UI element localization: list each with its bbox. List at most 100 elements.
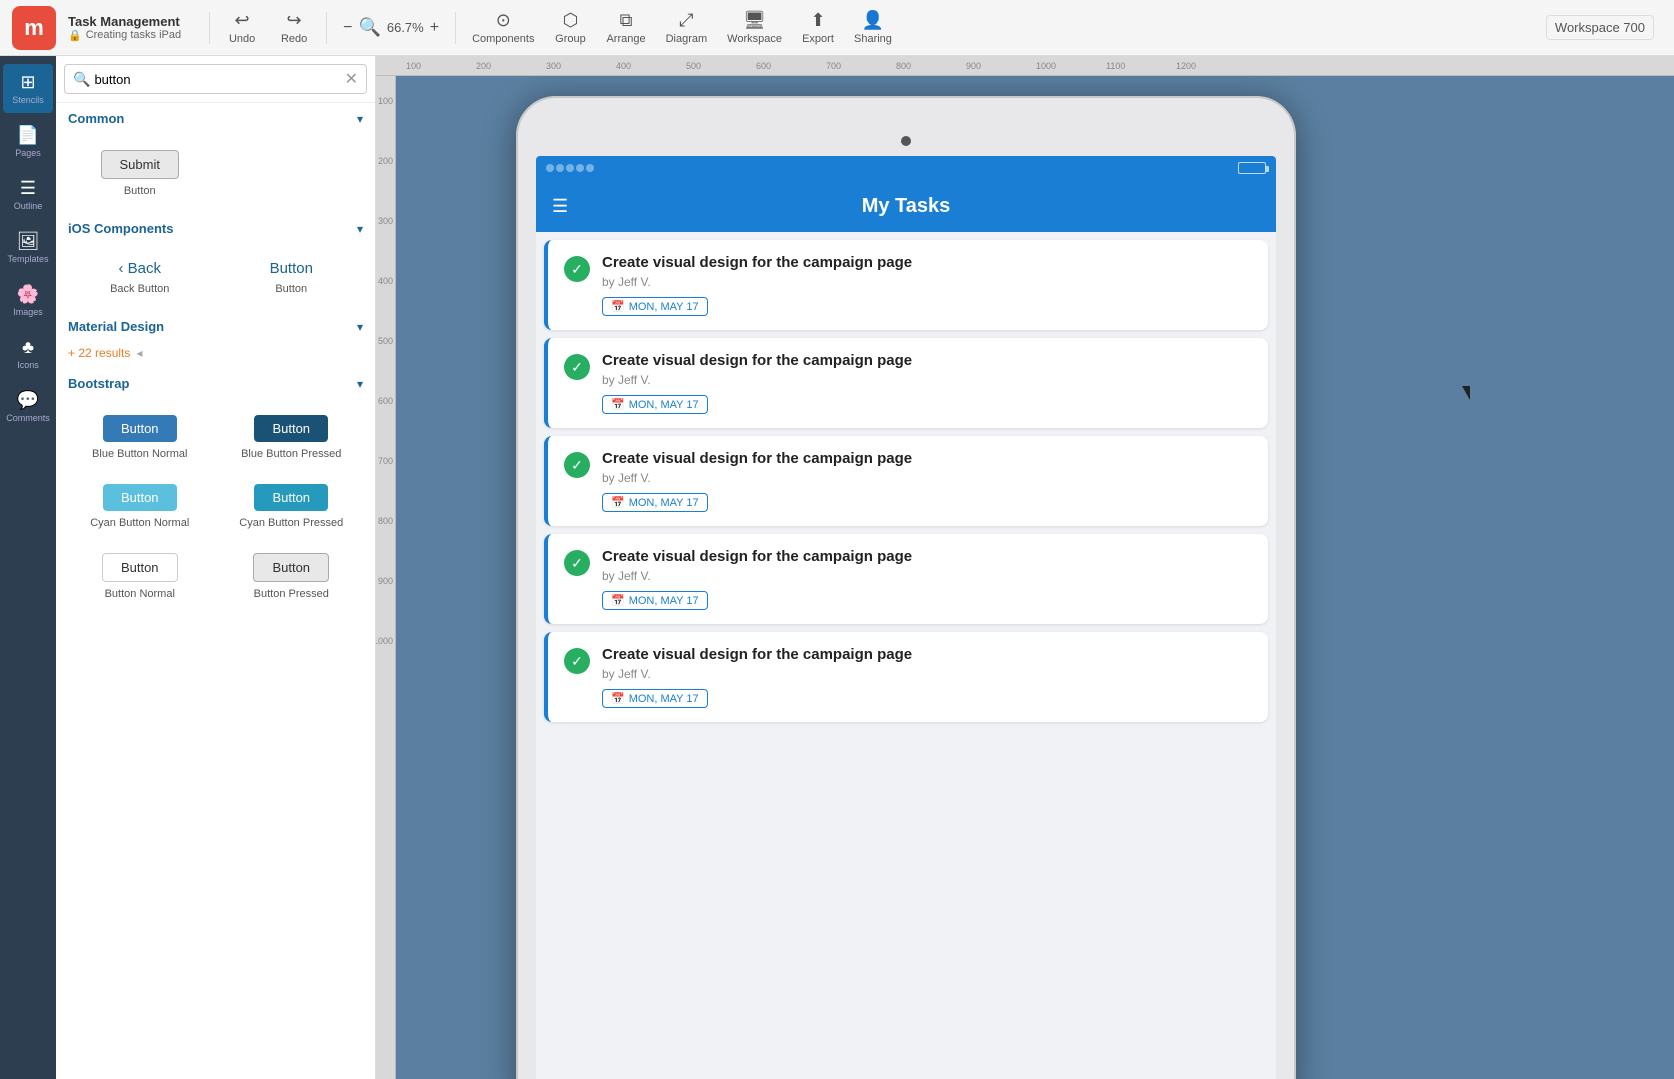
- cyan-pressed-stencil-label: Cyan Button Pressed: [239, 517, 343, 529]
- sidebar-item-pages[interactable]: 📄 Pages: [3, 117, 53, 166]
- images-icon: 🌸: [17, 284, 39, 305]
- zoom-plus-button[interactable]: +: [430, 19, 439, 37]
- stencils-icon: ⊞: [20, 72, 35, 93]
- project-subtitle: 🔒 Creating tasks iPad: [68, 29, 181, 42]
- export-label: Export: [802, 33, 834, 45]
- workspace-button[interactable]: 🖥 Workspace: [719, 6, 790, 49]
- ios-status-bar: [536, 156, 1276, 180]
- zoom-control: − 🔍 66.7% +: [335, 13, 447, 42]
- group-button[interactable]: ⬡ Group: [546, 6, 594, 49]
- btn-pressed-stencil-item[interactable]: Button Button Pressed: [220, 545, 364, 608]
- diagram-label: Diagram: [666, 33, 708, 45]
- blue-button-normal-stencil: Button: [103, 415, 177, 442]
- ruler-vertical: 100 200 300 400 500 600 700 800 900 1000: [376, 76, 396, 1079]
- outline-label: Outline: [14, 201, 43, 211]
- task-content: Create visual design for the campaign pa…: [602, 646, 1252, 708]
- back-button-stencil-item[interactable]: ‹ Back Back Button: [68, 252, 212, 303]
- section-header-bootstrap[interactable]: Bootstrap ▾: [56, 368, 375, 399]
- cyan-button-pressed-stencil: Button: [254, 484, 328, 511]
- search-input[interactable]: [94, 72, 344, 87]
- task-title: Create visual design for the campaign pa…: [602, 646, 1252, 663]
- sidebar-item-stencils[interactable]: ⊞ Stencils: [3, 64, 53, 113]
- pages-icon: 📄: [17, 125, 39, 146]
- task-author: by Jeff V.: [602, 373, 1252, 387]
- bootstrap-stencils-grid: Button Blue Button Normal Button Blue Bu…: [56, 399, 375, 616]
- ios-button-stencil-item[interactable]: Button Button: [220, 252, 364, 303]
- calendar-icon: 📅: [611, 692, 625, 705]
- icons-label: Icons: [17, 360, 39, 370]
- section-header-material[interactable]: Material Design ▾: [56, 311, 375, 342]
- task-title: Create visual design for the campaign pa…: [602, 352, 1252, 369]
- left-nav: ⊞ Stencils 📄 Pages ☰ Outline 🖼 Templates…: [0, 56, 56, 1079]
- cursor-arrow: [1462, 386, 1470, 400]
- section-header-ios[interactable]: iOS Components ▾: [56, 213, 375, 244]
- ipad-screen: ☰ My Tasks ✓ Create visual design for th…: [536, 156, 1276, 1079]
- more-results-arrow: ◂: [136, 346, 142, 360]
- back-button-stencil: ‹ Back: [118, 260, 161, 277]
- ios-stencils-grid: ‹ Back Back Button Button Button: [56, 244, 375, 311]
- zoom-icon: 🔍: [358, 17, 380, 38]
- section-header-common[interactable]: Common ▾: [56, 103, 375, 134]
- pages-label: Pages: [15, 148, 41, 158]
- material-section-arrow: ▾: [357, 320, 363, 334]
- task-check-icon: ✓: [564, 256, 590, 282]
- workspace-icon: 🖥: [743, 10, 766, 31]
- diagram-icon: ⤢: [679, 10, 693, 31]
- main-area: ⊞ Stencils 📄 Pages ☰ Outline 🖼 Templates…: [0, 56, 1674, 1079]
- signal-dot-5: [586, 164, 594, 172]
- undo-icon: ↩: [235, 10, 250, 31]
- components-button[interactable]: ⊙ Components: [464, 6, 542, 49]
- cyan-pressed-stencil-item[interactable]: Button Cyan Button Pressed: [220, 476, 364, 537]
- sharing-label: Sharing: [854, 33, 892, 45]
- search-input-wrap[interactable]: 🔍 ✕: [64, 64, 367, 94]
- blue-button-pressed-stencil: Button: [254, 415, 328, 442]
- task-author: by Jeff V.: [602, 471, 1252, 485]
- stencils-panel: 🔍 ✕ Common ▾ Submit Button iOS Component…: [56, 56, 376, 1079]
- arrange-button[interactable]: ⧉ Arrange: [598, 6, 653, 49]
- sidebar-item-templates[interactable]: 🖼 Templates: [3, 223, 53, 272]
- task-date-badge: 📅 MON, MAY 17: [602, 297, 708, 316]
- search-clear-button[interactable]: ✕: [345, 69, 358, 89]
- submit-stencil-item[interactable]: Submit Button: [68, 142, 212, 205]
- blue-pressed-stencil-item[interactable]: Button Blue Button Pressed: [220, 407, 364, 468]
- canvas-inner[interactable]: ☰ My Tasks ✓ Create visual design for th…: [396, 76, 1674, 1079]
- diagram-button[interactable]: ⤢ Diagram: [658, 6, 716, 49]
- export-button[interactable]: ⬆ Export: [794, 6, 842, 49]
- comments-icon: 💬: [17, 390, 39, 411]
- sidebar-item-images[interactable]: 🌸 Images: [3, 276, 53, 325]
- comments-label: Comments: [6, 413, 50, 423]
- task-date: MON, MAY 17: [629, 301, 699, 313]
- sidebar-item-comments[interactable]: 💬 Comments: [3, 382, 53, 431]
- bootstrap-section-label: Bootstrap: [68, 376, 129, 391]
- submit-stencil-label: Button: [124, 185, 156, 197]
- ios-button-stencil-label: Button: [275, 283, 307, 295]
- cyan-normal-stencil-label: Cyan Button Normal: [90, 517, 189, 529]
- btn-normal-stencil-label: Button Normal: [105, 588, 175, 600]
- cyan-button-normal-stencil: Button: [103, 484, 177, 511]
- signal-dot-4: [576, 164, 584, 172]
- zoom-minus-button[interactable]: −: [343, 19, 352, 37]
- canvas-with-ruler: 100 200 300 400 500 600 700 800 900 1000: [376, 76, 1674, 1079]
- material-section-label: Material Design: [68, 319, 164, 334]
- btn-normal-stencil-item[interactable]: Button Button Normal: [68, 545, 212, 608]
- outline-icon: ☰: [20, 178, 36, 199]
- separator-3: [455, 12, 456, 44]
- templates-icon: 🖼: [17, 231, 40, 252]
- sidebar-item-icons[interactable]: ♣ Icons: [3, 329, 53, 378]
- redo-button[interactable]: ↪ Redo: [270, 6, 318, 49]
- button-normal-stencil: Button: [102, 553, 178, 582]
- workspace-label: Workspace: [727, 33, 782, 45]
- undo-button[interactable]: ↩ Undo: [218, 6, 266, 49]
- task-author: by Jeff V.: [602, 667, 1252, 681]
- images-label: Images: [13, 307, 43, 317]
- cyan-normal-stencil-item[interactable]: Button Cyan Button Normal: [68, 476, 212, 537]
- stencils-label: Stencils: [12, 95, 44, 105]
- more-results-link[interactable]: + 22 results ◂: [56, 342, 375, 368]
- stencils-list: Common ▾ Submit Button iOS Components ▾ …: [56, 103, 375, 1079]
- signal-dot-1: [546, 164, 554, 172]
- task-author: by Jeff V.: [602, 275, 1252, 289]
- blue-normal-stencil-item[interactable]: Button Blue Button Normal: [68, 407, 212, 468]
- sidebar-item-outline[interactable]: ☰ Outline: [3, 170, 53, 219]
- task-list: ✓ Create visual design for the campaign …: [536, 232, 1276, 1079]
- sharing-button[interactable]: 👤 Sharing: [846, 6, 900, 49]
